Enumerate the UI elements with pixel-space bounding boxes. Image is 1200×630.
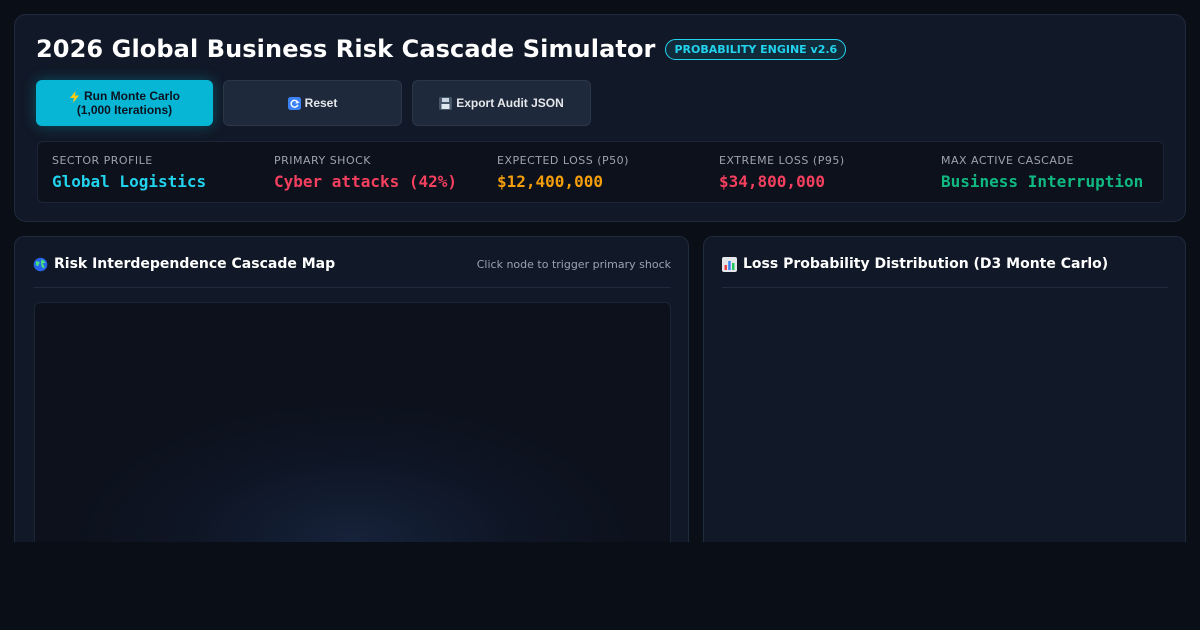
run-monte-carlo-button[interactable]: Run Monte Carlo (1,000 Iterations) <box>36 80 213 126</box>
title-row: 2026 Global Business Risk Cascade Simula… <box>36 35 847 63</box>
stat-label: EXPECTED LOSS (P50) <box>497 154 629 167</box>
distribution-title: Loss Probability Distribution (D3 Monte … <box>722 256 1108 272</box>
stat-label: MAX ACTIVE CASCADE <box>941 154 1074 167</box>
run-label-line2: (1,000 Iterations) <box>76 103 173 117</box>
cascade-map-panel: Risk Interdependence Cascade Map Click n… <box>14 236 689 562</box>
cascade-map-title-text: Risk Interdependence Cascade Map <box>54 256 336 272</box>
stat-sector-profile: SECTOR PROFILE Global Logistics <box>52 154 206 191</box>
stat-value: $12,400,000 <box>497 172 603 191</box>
stat-extreme-loss: EXTREME LOSS (P95) $34,800,000 <box>719 154 845 191</box>
stat-value: $34,800,000 <box>719 172 825 191</box>
stats-bar: SECTOR PROFILE Global Logistics PRIMARY … <box>37 141 1164 203</box>
stat-value: Business Interruption <box>941 172 1144 191</box>
stat-label: EXTREME LOSS (P95) <box>719 154 845 167</box>
export-label: Export Audit JSON <box>456 95 564 110</box>
panel-divider <box>722 287 1168 288</box>
page-title: 2026 Global Business Risk Cascade Simula… <box>36 35 656 63</box>
distribution-panel: Loss Probability Distribution (D3 Monte … <box>703 236 1186 556</box>
run-label-line1: Run Monte Carlo <box>84 89 180 103</box>
cascade-map-canvas[interactable] <box>34 302 671 562</box>
export-audit-json-button[interactable]: Export Audit JSON <box>412 80 591 126</box>
bar-chart-icon <box>722 256 737 272</box>
stat-primary-shock: PRIMARY SHOCK Cyber attacks (42%) <box>274 154 457 191</box>
floppy-disk-icon <box>439 96 453 111</box>
reset-button[interactable]: Reset <box>223 80 402 126</box>
stat-value: Cyber attacks (42%) <box>274 172 458 191</box>
stat-label: SECTOR PROFILE <box>52 154 153 167</box>
reset-label: Reset <box>304 95 338 110</box>
reset-icon <box>287 96 301 111</box>
distribution-title-text: Loss Probability Distribution (D3 Monte … <box>743 256 1109 272</box>
cascade-map-hint: Click node to trigger primary shock <box>476 258 671 271</box>
page-bottom-area <box>0 542 1200 630</box>
header-card: 2026 Global Business Risk Cascade Simula… <box>14 14 1186 222</box>
engine-version-badge: PROBABILITY ENGINE v2.6 <box>665 38 847 60</box>
lightning-icon <box>69 89 80 103</box>
stat-label: PRIMARY SHOCK <box>274 154 371 167</box>
stat-value: Global Logistics <box>52 172 207 191</box>
stat-expected-loss: EXPECTED LOSS (P50) $12,400,000 <box>497 154 629 191</box>
cascade-map-title: Risk Interdependence Cascade Map <box>33 256 335 272</box>
stat-max-cascade: MAX ACTIVE CASCADE Business Interruption <box>941 154 1143 191</box>
globe-icon <box>33 256 48 272</box>
panel-divider <box>33 287 671 288</box>
